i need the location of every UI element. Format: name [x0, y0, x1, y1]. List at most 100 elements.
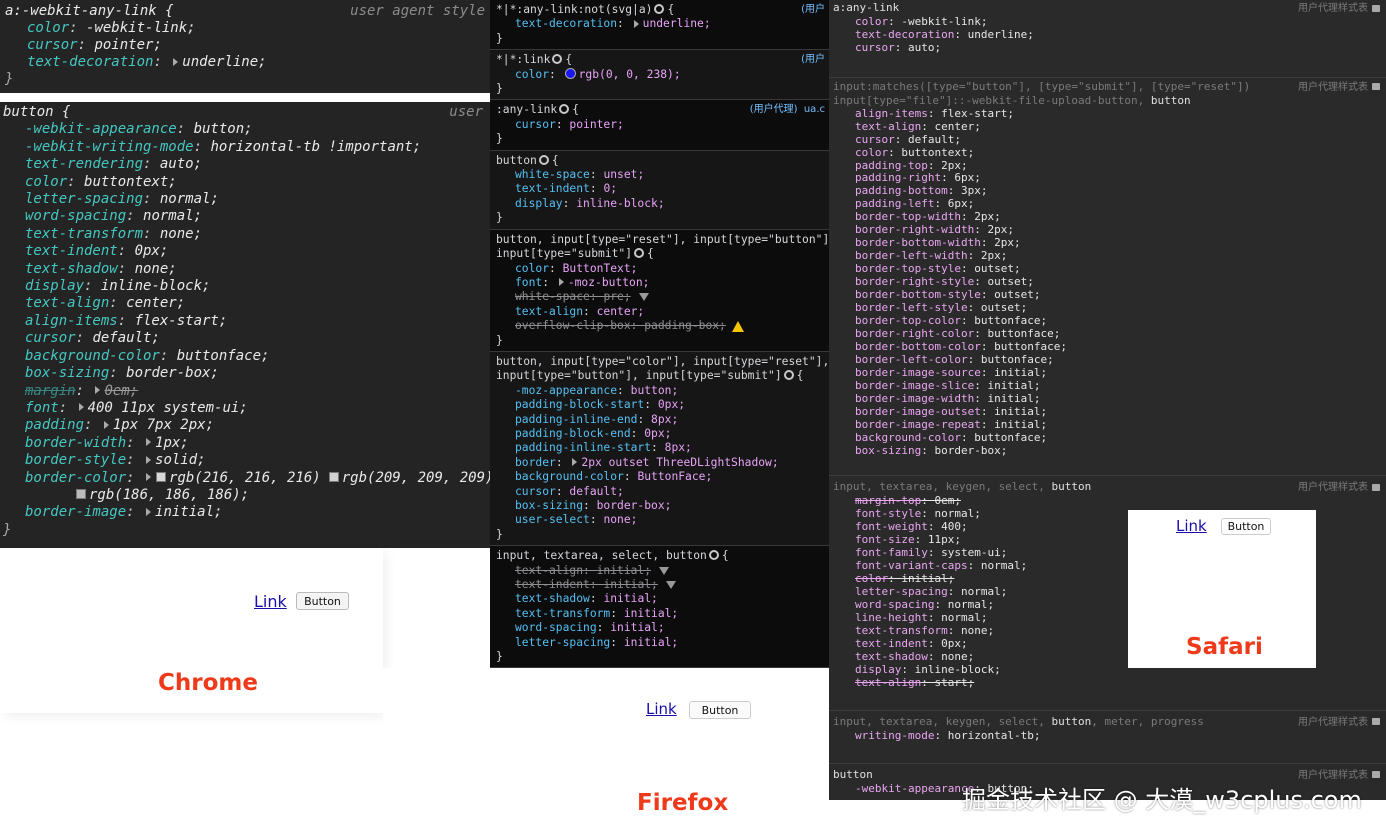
property-value[interactable]: 0;: [603, 182, 617, 195]
property-name[interactable]: margin-top: [855, 494, 921, 507]
property-value[interactable]: normal;: [160, 191, 219, 207]
property-name[interactable]: text-decoration: [27, 54, 153, 70]
expand-triangle-icon[interactable]: [173, 57, 179, 66]
property-name[interactable]: text-align: [855, 120, 921, 133]
property-name[interactable]: border-color: [25, 470, 126, 486]
property-value[interactable]: ButtonFace;: [637, 470, 712, 483]
expand-triangle-icon[interactable]: [146, 507, 152, 516]
property-value[interactable]: underline;: [643, 17, 711, 30]
property-value[interactable]: 0px;: [658, 398, 685, 411]
ff-rule-source[interactable]: (用户: [801, 53, 825, 67]
property-value[interactable]: 8px;: [651, 413, 678, 426]
safari-source-label[interactable]: 用户代理样式表: [1298, 482, 1368, 493]
property-name[interactable]: word-spacing: [855, 598, 934, 611]
property-value[interactable]: buttonface;: [987, 327, 1060, 340]
property-name[interactable]: background-color: [515, 470, 624, 483]
property-value[interactable]: buttonface;: [974, 431, 1047, 444]
property-name[interactable]: background-color: [25, 348, 160, 364]
property-value[interactable]: border-box;: [597, 499, 672, 512]
property-name[interactable]: border-right-width: [855, 223, 974, 236]
property-value[interactable]: 2px outset ThreeDLightShadow;: [581, 456, 778, 469]
property-value[interactable]: default;: [92, 330, 159, 346]
property-value[interactable]: 0px;: [135, 243, 169, 259]
property-value[interactable]: buttonface;: [981, 353, 1054, 366]
property-name[interactable]: letter-spacing: [515, 636, 610, 649]
property-value[interactable]: initial;: [994, 418, 1047, 431]
property-name[interactable]: border-bottom-width: [855, 236, 981, 249]
property-value[interactable]: initial;: [994, 366, 1047, 379]
property-name[interactable]: border-bottom-style: [855, 288, 981, 301]
chrome-demo-button[interactable]: Button: [296, 592, 349, 610]
property-name[interactable]: line-height: [855, 611, 928, 624]
property-name[interactable]: border-top-style: [855, 262, 961, 275]
property-value[interactable]: initial;: [603, 592, 657, 605]
property-value[interactable]: center;: [126, 295, 185, 311]
property-value[interactable]: 8px;: [665, 441, 692, 454]
ff-rule-selector[interactable]: :any-link: [496, 103, 557, 116]
property-name[interactable]: text-shadow: [855, 650, 928, 663]
expand-triangle-icon[interactable]: [103, 420, 109, 429]
property-name[interactable]: cursor: [515, 118, 556, 131]
property-name[interactable]: text-shadow: [515, 592, 590, 605]
property-value[interactable]: 3px;: [961, 184, 988, 197]
property-value[interactable]: horizontal-tb !important;: [210, 139, 421, 155]
property-value[interactable]: buttonface;: [177, 348, 270, 364]
property-name[interactable]: border-right-style: [855, 275, 974, 288]
gear-icon[interactable]: [559, 104, 570, 115]
property-value[interactable]: pre;: [603, 290, 630, 303]
gear-icon[interactable]: [552, 54, 563, 65]
property-name[interactable]: color: [25, 174, 67, 190]
property-name[interactable]: text-indent: [515, 578, 590, 591]
property-name[interactable]: align-items: [855, 107, 928, 120]
property-value[interactable]: normal;: [143, 208, 202, 224]
property-value[interactable]: border-box;: [126, 365, 219, 381]
safari-selector-line1[interactable]: input:matches([type="button"], [type="su…: [833, 80, 1250, 93]
safari-selector-match[interactable]: button: [1052, 480, 1092, 493]
property-value[interactable]: inline-block;: [101, 278, 211, 294]
property-name[interactable]: border-image-outset: [855, 405, 981, 418]
property-value[interactable]: normal;: [981, 559, 1027, 572]
color-swatch-icon[interactable]: [76, 488, 86, 499]
property-value[interactable]: initial;: [624, 636, 678, 649]
ff-rule-selector-line1[interactable]: button, input[type="color"], input[type=…: [496, 355, 829, 369]
property-name[interactable]: white-space: [515, 290, 590, 303]
property-name[interactable]: border-image-source: [855, 366, 981, 379]
property-value[interactable]: horizontal-tb;: [948, 729, 1041, 742]
property-value[interactable]: outset;: [981, 301, 1027, 314]
property-name[interactable]: text-decoration: [855, 28, 954, 41]
safari-selector-match[interactable]: button: [1151, 94, 1191, 107]
property-name[interactable]: padding-block-end: [515, 427, 631, 440]
color-swatch-icon[interactable]: [564, 68, 576, 80]
safari-demo-button[interactable]: Button: [1221, 518, 1271, 535]
property-value[interactable]: 1px 7px 2px;: [113, 417, 214, 433]
property-name[interactable]: font-size: [855, 533, 915, 546]
property-value[interactable]: ButtonText;: [563, 262, 638, 275]
property-value[interactable]: 0px;: [941, 637, 968, 650]
property-name[interactable]: border-bottom-color: [855, 340, 981, 353]
safari-selector-text[interactable]: a:any-link: [833, 1, 899, 14]
property-name[interactable]: letter-spacing: [855, 585, 948, 598]
property-name[interactable]: border-left-color: [855, 353, 968, 366]
property-name[interactable]: background-color: [855, 431, 961, 444]
property-name[interactable]: word-spacing: [25, 208, 126, 224]
property-name[interactable]: letter-spacing: [25, 191, 143, 207]
property-value[interactable]: buttontext;: [84, 174, 177, 190]
property-name[interactable]: cursor: [855, 41, 895, 54]
property-name[interactable]: text-indent: [855, 637, 928, 650]
property-name[interactable]: -webkit-writing-mode: [25, 139, 194, 155]
gear-icon[interactable]: [654, 4, 665, 14]
property-name[interactable]: -webkit-appearance: [25, 121, 177, 137]
property-name[interactable]: text-rendering: [25, 156, 143, 172]
property-value[interactable]: underline;: [182, 54, 266, 70]
property-name[interactable]: text-align: [515, 305, 583, 318]
filter-icon[interactable]: [665, 581, 676, 590]
property-value[interactable]: system-ui;: [941, 546, 1007, 559]
property-name[interactable]: border-right-color: [855, 327, 974, 340]
safari-selector-dim[interactable]: input, textarea, keygen, select,: [833, 480, 1052, 493]
property-value[interactable]: 2px;: [941, 159, 968, 172]
property-name[interactable]: font-variant-caps: [855, 559, 968, 572]
chrome-rule2-source[interactable]: user: [449, 104, 487, 121]
property-value[interactable]: button;: [194, 121, 253, 137]
property-name[interactable]: border-style: [25, 452, 126, 468]
property-name[interactable]: padding: [25, 417, 84, 433]
